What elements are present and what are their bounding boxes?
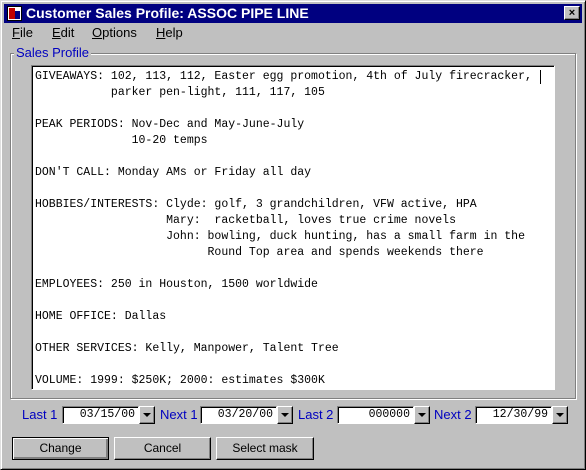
sales-profile-text: GIVEAWAYS: 102, 113, 112, Easter egg pro…	[35, 69, 532, 389]
close-button[interactable]: ×	[564, 6, 580, 20]
menu-options[interactable]: Options	[92, 25, 137, 41]
menu-bar: File Edit Options Help	[4, 24, 582, 42]
profile-line: HOBBIES/INTERESTS: Clyde: golf, 3 grandc…	[35, 198, 477, 211]
menu-help-label: elp	[165, 25, 183, 40]
next2-dropdown-button[interactable]	[552, 406, 568, 424]
profile-line: Mary: racketball, loves true crime novel…	[35, 214, 456, 227]
profile-line: HOME OFFICE: Dallas	[35, 310, 167, 323]
menu-help[interactable]: Help	[156, 25, 183, 41]
menu-options-mnemonic: O	[92, 25, 103, 40]
window-title: Customer Sales Profile: ASSOC PIPE LINE	[26, 5, 309, 21]
last1-dropdown-button[interactable]	[139, 406, 155, 424]
next1-label: Next 1	[160, 407, 198, 422]
menu-edit-label: dit	[60, 25, 75, 40]
text-caret	[540, 70, 541, 84]
profile-line: DON'T CALL: Monday AMs or Friday all day	[35, 166, 312, 179]
last2-dropdown-button[interactable]	[414, 406, 430, 424]
sales-profile-textarea[interactable]: GIVEAWAYS: 102, 113, 112, Easter egg pro…	[31, 65, 555, 390]
profile-line: 10-20 temps	[35, 134, 208, 147]
change-button[interactable]: Change	[12, 437, 109, 460]
last1-label: Last 1	[22, 407, 58, 422]
last2-date-field[interactable]: 000000	[337, 406, 414, 424]
profile-line: PEAK PERIODS: Nov-Dec and May-June-July	[35, 118, 305, 131]
app-icon[interactable]	[7, 6, 22, 21]
profile-line: EMPLOYEES: 250 in Houston, 1500 worldwid…	[35, 278, 318, 291]
profile-line: GIVEAWAYS: 102, 113, 112, Easter egg pro…	[35, 70, 532, 83]
profile-line: Round Top area and spends weekends there	[35, 246, 484, 259]
next1-date-field[interactable]: 03/20/00	[200, 406, 277, 424]
title-bar[interactable]: Customer Sales Profile: ASSOC PIPE LINE …	[4, 4, 582, 23]
select-mask-button[interactable]: Select mask	[216, 437, 314, 460]
next2-date-field[interactable]: 12/30/99	[475, 406, 552, 424]
menu-file-label: ile	[19, 25, 33, 40]
menu-help-mnemonic: H	[156, 25, 166, 40]
last2-label: Last 2	[298, 407, 334, 422]
profile-line: parker pen-light, 111, 117, 105	[35, 86, 325, 99]
profile-line: OTHER SERVICES: Kelly, Manpower, Talent …	[35, 342, 339, 355]
menu-file-mnemonic: F	[12, 25, 20, 40]
cancel-button[interactable]: Cancel	[114, 437, 211, 460]
menu-options-label: ptions	[102, 25, 137, 40]
last1-date-field[interactable]: 03/15/00	[62, 406, 139, 424]
profile-line: John: bowling, duck hunting, has a small…	[35, 230, 525, 243]
menu-file[interactable]: File	[12, 25, 33, 41]
menu-edit[interactable]: Edit	[52, 25, 74, 41]
next1-dropdown-button[interactable]	[277, 406, 293, 424]
menu-edit-mnemonic: E	[52, 25, 61, 40]
sales-profile-group-label: Sales Profile	[14, 45, 91, 60]
customer-sales-profile-window: Customer Sales Profile: ASSOC PIPE LINE …	[0, 0, 586, 470]
next2-label: Next 2	[434, 407, 472, 422]
profile-line: VOLUME: 1999: $250K; 2000: estimates $30…	[35, 374, 325, 387]
